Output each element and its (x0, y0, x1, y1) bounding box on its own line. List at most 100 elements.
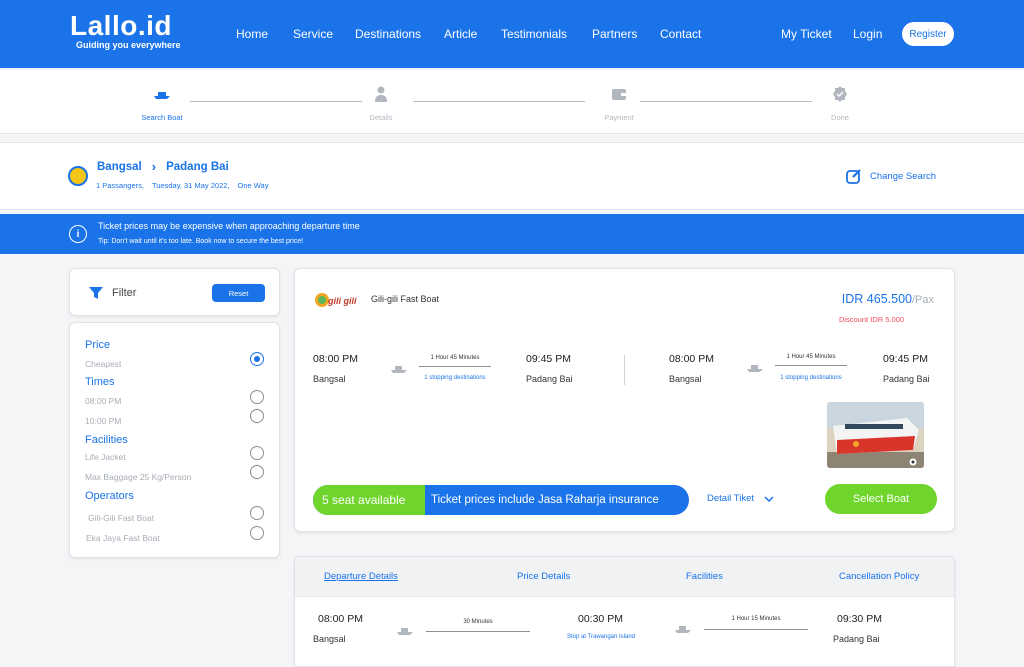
edit-icon (846, 169, 861, 184)
filter-header: Filter Reset (69, 268, 280, 316)
filter-option-0800: 08:00 PM (85, 396, 122, 406)
step-payment: Payment (589, 86, 649, 122)
route-trip-type: One Way (237, 181, 269, 190)
step-label: Payment (604, 113, 634, 122)
tab-facilities[interactable]: Facilities (686, 571, 723, 582)
chevron-down-icon (764, 495, 774, 502)
filter-option-cheapest: Cheapest (85, 359, 122, 369)
seat-available-badge: 5 seat available (313, 485, 425, 515)
leg-divider (624, 355, 625, 385)
operator-badge-icon (68, 166, 88, 186)
radio-1000[interactable] (250, 409, 264, 423)
nav-partners[interactable]: Partners (592, 27, 637, 41)
detail-stop-place[interactable]: Stop at Trawangan Island (555, 634, 647, 640)
nav-destinations[interactable]: Destinations (355, 27, 421, 41)
detail-tiket-label: Detail Tiket (707, 493, 754, 504)
detail-duration-2: 1 Hour 15 Minutes (731, 616, 781, 622)
register-button[interactable]: Register (902, 22, 954, 46)
operator-logo-text: gili gili (327, 296, 357, 306)
filter-panel: Price Cheapest Times 08:00 PM 10:00 PM F… (69, 322, 280, 558)
radio-gili-gili[interactable] (250, 506, 264, 520)
banner-tip: Tip: Don't wait until it's too late. Boo… (98, 238, 304, 245)
leg1-stops[interactable]: 1 stopping destinations (415, 375, 495, 381)
boat-icon (675, 626, 691, 633)
step-search-boat: Search Boat (132, 86, 192, 122)
nav-article[interactable]: Article (444, 27, 477, 41)
operator-name: Gili-gili Fast Boat (371, 294, 440, 304)
nav-login[interactable]: Login (853, 27, 882, 41)
seat-availability-bar: 5 seat available Ticket prices include J… (313, 485, 689, 515)
leg1-line (419, 366, 491, 367)
change-search-button[interactable]: Change Search (846, 168, 936, 184)
route-meta: 1 Passangers, Tuesday, 31 May 2022, One … (96, 181, 268, 190)
route-date: Tuesday, 31 May 2022, (151, 181, 230, 190)
insurance-info: Ticket prices include Jasa Raharja insur… (431, 494, 659, 506)
trip-details-card: Departure Details Price Details Faciliti… (294, 556, 955, 667)
leg2-arrive-time: 09:45 PM (883, 353, 928, 365)
tab-departure-details[interactable]: Departure Details (324, 571, 398, 582)
verified-badge-icon (833, 86, 847, 102)
price-amount: IDR 465.500 (841, 292, 912, 306)
info-banner: i Ticket prices may be expensive when ap… (0, 214, 1024, 254)
radio-life-jacket[interactable] (250, 446, 264, 460)
radio-max-baggage[interactable] (250, 465, 264, 479)
boat-result-card: gili gili Gili-gili Fast Boat IDR 465.50… (294, 268, 955, 532)
leg2-arrive-place: Padang Bai (883, 374, 930, 384)
info-icon: i (69, 225, 87, 243)
filter-times-title: Times (85, 376, 115, 388)
filter-title: Filter (112, 287, 137, 299)
site-logo[interactable]: Lallo.id Guiding you everywhere (70, 10, 181, 50)
detail-line-1 (426, 631, 530, 632)
filter-option-eka-jaya: Eka Jaya Fast Boat (86, 533, 160, 543)
tab-price-details[interactable]: Price Details (517, 571, 570, 582)
leg1-depart-time: 08:00 PM (313, 353, 358, 365)
boat-icon (747, 365, 763, 372)
detail-stop-time: 00:30 PM (578, 613, 623, 625)
detail-depart-time: 08:00 PM (318, 613, 363, 625)
leg2-depart-time: 08:00 PM (669, 353, 714, 365)
nav-contact[interactable]: Contact (660, 27, 701, 41)
route-summary: Bangsal › Padang Bai 1 Passangers, Tuesd… (0, 142, 1024, 210)
tab-cancellation-policy[interactable]: Cancellation Policy (839, 571, 919, 582)
radio-cheapest[interactable] (250, 352, 264, 366)
detail-tiket-toggle[interactable]: Detail Tiket (707, 493, 774, 504)
route-title: Bangsal › Padang Bai (97, 159, 229, 174)
chevron-right-icon: › (151, 159, 157, 174)
user-icon (375, 86, 387, 102)
nav-testimonials[interactable]: Testimonials (501, 27, 567, 41)
boat-icon (391, 366, 407, 373)
filter-facilities-title: Facilities (85, 434, 128, 446)
step-details: Details (351, 86, 411, 122)
operator-logo: gili gili (315, 293, 357, 307)
step-connector (190, 101, 362, 102)
leg2-stops[interactable]: 1 stopping destinations (771, 375, 851, 381)
logo-text: Lallo.id (70, 10, 172, 41)
step-label: Done (831, 113, 849, 122)
detail-depart-place: Bangsal (313, 634, 346, 644)
radio-0800[interactable] (250, 390, 264, 404)
banner-title: Ticket prices may be expensive when appr… (98, 221, 360, 231)
step-label: Details (369, 113, 393, 122)
boat-photo[interactable] (827, 402, 924, 468)
radio-eka-jaya[interactable] (250, 526, 264, 540)
filter-option-1000: 10:00 PM (85, 416, 122, 426)
nav-service[interactable]: Service (293, 27, 333, 41)
reset-filter-button[interactable]: Reset (212, 284, 265, 302)
route-to: Padang Bai (166, 160, 229, 173)
wallet-icon (612, 89, 626, 100)
detail-duration-1: 30 Minutes (463, 619, 493, 625)
change-search-label: Change Search (870, 170, 937, 182)
boat-icon (397, 628, 413, 635)
step-connector (413, 101, 585, 102)
leg1-depart-place: Bangsal (313, 374, 346, 384)
step-label: Search Boat (141, 113, 183, 122)
detail-line-2 (704, 629, 808, 630)
price-unit: /Pax (911, 294, 934, 306)
leg1-arrive-time: 09:45 PM (526, 353, 571, 365)
nav-home[interactable]: Home (236, 27, 268, 41)
nav-my-ticket[interactable]: My Ticket (781, 27, 832, 41)
filter-option-max-baggage: Max Baggage 25 Kg/Person (85, 472, 192, 482)
select-boat-button[interactable]: Select Boat (825, 484, 937, 514)
filter-option-gili-gili: Gili-Gili Fast Boat (88, 513, 155, 523)
detail-arrive-place: Padang Bai (833, 634, 880, 644)
